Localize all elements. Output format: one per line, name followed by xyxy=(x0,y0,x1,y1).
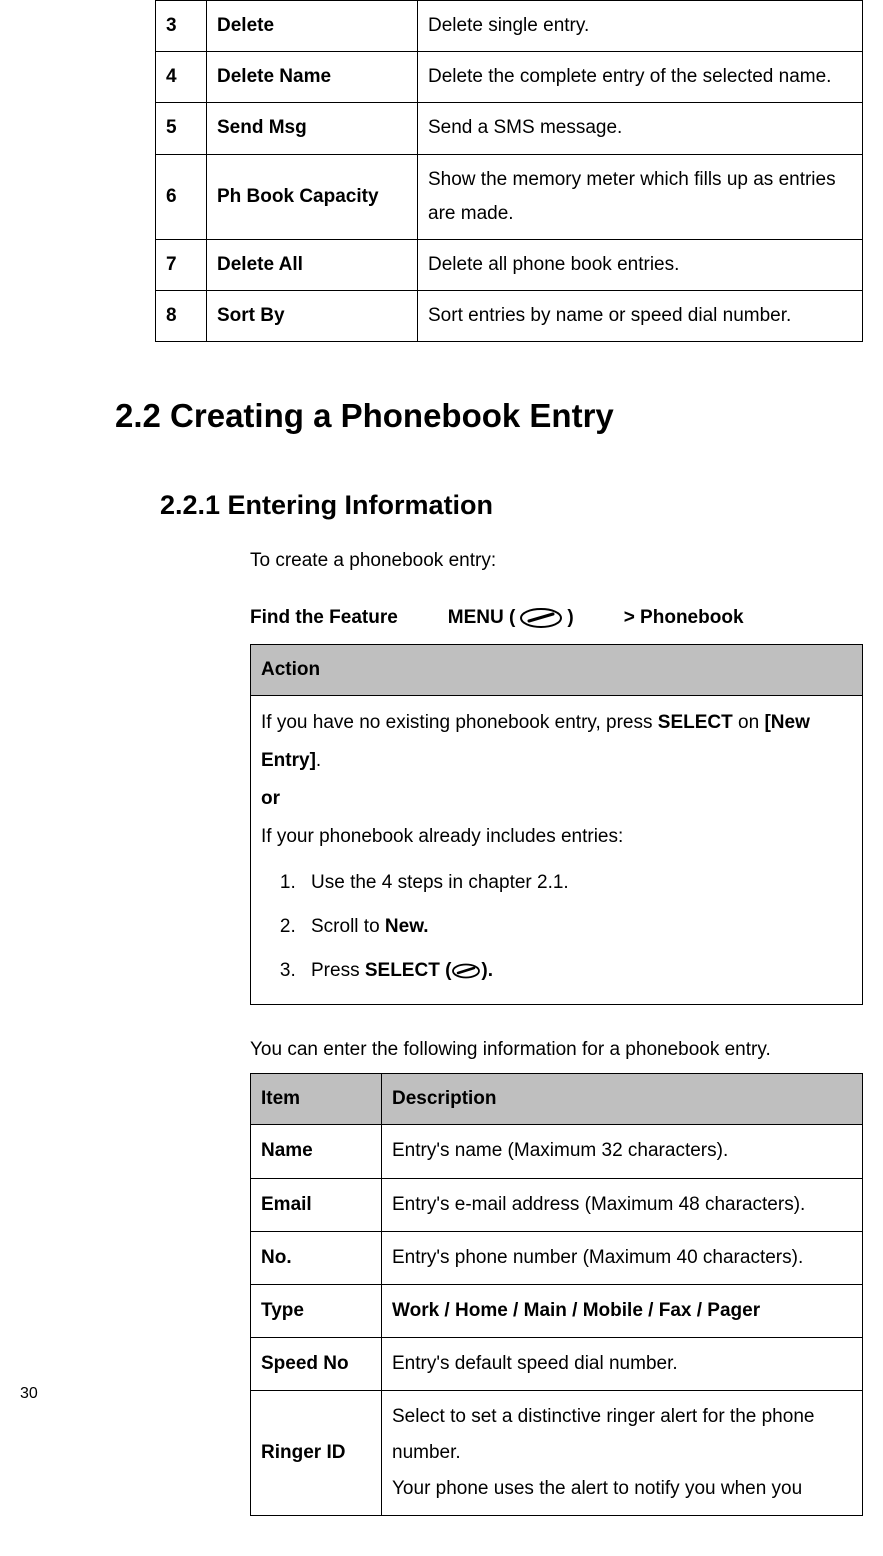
row-num: 8 xyxy=(156,291,207,342)
find-feature-label: Find the Feature xyxy=(250,607,398,629)
table-row: 5Send MsgSend a SMS message. xyxy=(156,103,863,154)
find-feature-line: Find the Feature MENU ( ) > Phonebook xyxy=(250,607,853,629)
intro-text: To create a phonebook entry: xyxy=(250,546,823,576)
section-heading-2-2: 2.2 Creating a Phonebook Entry xyxy=(115,397,853,435)
action-header: Action xyxy=(251,644,863,695)
row-name: Delete xyxy=(207,1,418,52)
item-header: Item xyxy=(251,1074,382,1125)
action-line1a: If you have no existing phonebook entry,… xyxy=(261,712,658,733)
row-num: 3 xyxy=(156,1,207,52)
desc-header: Description xyxy=(382,1074,863,1125)
item-cell: No. xyxy=(251,1231,382,1284)
action-step2a: Scroll to xyxy=(311,916,385,937)
page-number: 30 xyxy=(20,1385,38,1403)
desc-cell: Entry's name (Maximum 32 characters). xyxy=(382,1125,863,1178)
table-row: Ringer IDSelect to set a distinctive rin… xyxy=(251,1390,863,1515)
menu-options-table: 3DeleteDelete single entry.4Delete NameD… xyxy=(155,0,863,342)
row-desc: Delete the complete entry of the selecte… xyxy=(418,52,863,103)
row-num: 7 xyxy=(156,239,207,290)
desc-cell: Entry's phone number (Maximum 40 charact… xyxy=(382,1231,863,1284)
action-table: Action If you have no existing phonebook… xyxy=(250,644,863,1005)
table-row: 7Delete AllDelete all phone book entries… xyxy=(156,239,863,290)
menu-prefix: MENU ( xyxy=(448,607,516,629)
desc-cell: Entry's e-mail address (Maximum 48 chara… xyxy=(382,1178,863,1231)
row-desc: Show the memory meter which fills up as … xyxy=(418,154,863,239)
action-step2b: New. xyxy=(385,916,429,937)
action-step3b: SELECT ( xyxy=(365,960,452,981)
action-step3c: ). xyxy=(481,960,493,981)
table-row: TypeWork / Home / Main / Mobile / Fax / … xyxy=(251,1284,863,1337)
item-cell: Speed No xyxy=(251,1337,382,1390)
desc-cell: Work / Home / Main / Mobile / Fax / Page… xyxy=(382,1284,863,1337)
table-row: Speed NoEntry's default speed dial numbe… xyxy=(251,1337,863,1390)
softkey-icon xyxy=(519,607,563,629)
table-row: 8Sort BySort entries by name or speed di… xyxy=(156,291,863,342)
row-desc: Sort entries by name or speed dial numbe… xyxy=(418,291,863,342)
action-or: or xyxy=(261,788,280,809)
row-num: 5 xyxy=(156,103,207,154)
desc-cell: Entry's default speed dial number. xyxy=(382,1337,863,1390)
action-line1b: on xyxy=(733,712,765,733)
action-step3a: Press xyxy=(311,960,365,981)
item-cell: Email xyxy=(251,1178,382,1231)
menu-suffix: ) xyxy=(567,607,573,629)
mid-text: You can enter the following information … xyxy=(250,1035,823,1065)
row-desc: Delete all phone book entries. xyxy=(418,239,863,290)
row-desc: Send a SMS message. xyxy=(418,103,863,154)
row-name: Delete All xyxy=(207,239,418,290)
item-cell: Name xyxy=(251,1125,382,1178)
row-name: Send Msg xyxy=(207,103,418,154)
table-row: 3DeleteDelete single entry. xyxy=(156,1,863,52)
action-step2: Scroll to New. xyxy=(301,908,852,946)
row-num: 4 xyxy=(156,52,207,103)
item-description-table: Item Description NameEntry's name (Maxim… xyxy=(250,1073,863,1516)
action-step1: Use the 4 steps in chapter 2.1. xyxy=(301,864,852,902)
action-step3: Press SELECT (). xyxy=(301,952,852,990)
action-content: If you have no existing phonebook entry,… xyxy=(251,695,863,1004)
action-line2: If your phonebook already includes entri… xyxy=(261,826,623,847)
row-num: 6 xyxy=(156,154,207,239)
action-period1: . xyxy=(316,750,321,771)
row-name: Sort By xyxy=(207,291,418,342)
table-row: No.Entry's phone number (Maximum 40 char… xyxy=(251,1231,863,1284)
item-cell: Ringer ID xyxy=(251,1390,382,1515)
table-row: 6Ph Book CapacityShow the memory meter w… xyxy=(156,154,863,239)
row-name: Delete Name xyxy=(207,52,418,103)
action-step1-text: Use the 4 steps in chapter 2.1. xyxy=(311,872,569,893)
table-row: EmailEntry's e-mail address (Maximum 48 … xyxy=(251,1178,863,1231)
desc-cell: Select to set a distinctive ringer alert… xyxy=(382,1390,863,1515)
row-desc: Delete single entry. xyxy=(418,1,863,52)
section-heading-2-2-1: 2.2.1 Entering Information xyxy=(160,490,853,521)
table-row: NameEntry's name (Maximum 32 characters)… xyxy=(251,1125,863,1178)
row-name: Ph Book Capacity xyxy=(207,154,418,239)
menu-key-label: MENU ( ) xyxy=(448,607,574,629)
action-select: SELECT xyxy=(658,712,733,733)
softkey-icon-small xyxy=(451,963,481,979)
nav-path: > Phonebook xyxy=(624,607,744,629)
table-row: 4Delete NameDelete the complete entry of… xyxy=(156,52,863,103)
item-cell: Type xyxy=(251,1284,382,1337)
